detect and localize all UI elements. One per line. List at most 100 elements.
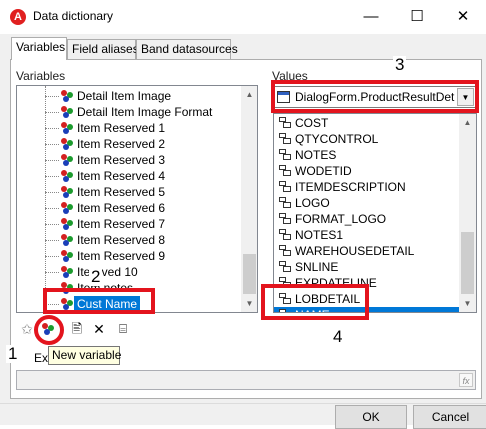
maximize-button[interactable]: ☐ <box>394 0 440 34</box>
variable-item[interactable]: Item Reserved 9 <box>17 248 243 264</box>
annotation-number-1: 1 <box>6 344 20 363</box>
variable-item[interactable]: Iter rved 10 <box>17 264 243 280</box>
value-label: FORMAT_LOGO <box>295 212 387 226</box>
tree-connector <box>45 144 59 145</box>
value-item[interactable]: WODETID <box>274 163 461 179</box>
value-item[interactable]: ITEMDESCRIPTION <box>274 179 461 195</box>
variable-label: Item Reserved 6 <box>77 201 166 215</box>
field-icon <box>279 149 292 161</box>
tree-connector <box>45 96 59 97</box>
value-label: WODETID <box>295 164 352 178</box>
variable-item[interactable]: Item Reserved 8 <box>17 232 243 248</box>
variables-label: Variables <box>16 69 66 83</box>
variable-item[interactable]: Detail Item Image Format <box>17 104 243 120</box>
value-label: COST <box>295 116 329 130</box>
variable-label: Item Reserved 1 <box>77 121 166 135</box>
variable-label: Item Reserved 9 <box>77 249 166 263</box>
variable-item[interactable]: Detail Item Image <box>17 88 243 104</box>
annotation-box-4 <box>261 284 369 320</box>
value-item[interactable]: FORMAT_LOGO <box>274 211 461 227</box>
annotation-circle-1 <box>34 315 64 345</box>
value-label: QTYCONTROL <box>295 132 379 146</box>
variable-label: Detail Item Image Format <box>77 105 213 119</box>
tree-connector <box>45 176 59 177</box>
tab-band-datasources[interactable]: Band datasources <box>136 39 238 59</box>
field-icon <box>279 213 292 225</box>
tab-variables[interactable]: Variables <box>11 37 67 60</box>
variable-label: Item Reserved 5 <box>77 185 166 199</box>
value-label: LOGO <box>295 196 330 210</box>
variable-item[interactable]: Item Reserved 6 <box>17 200 243 216</box>
scroll-down-arrow-icon[interactable]: ▼ <box>459 295 476 312</box>
tree-connector <box>45 112 59 113</box>
annotation-number-2: 2 <box>89 267 103 286</box>
close-button[interactable]: ✕ <box>440 0 486 34</box>
field-icon <box>279 181 292 193</box>
field-icon <box>279 245 292 257</box>
value-item[interactable]: SNLINE <box>274 259 461 275</box>
scroll-up-arrow-icon[interactable]: ▲ <box>459 114 476 131</box>
value-item[interactable]: LOGO <box>274 195 461 211</box>
variable-icon <box>61 218 73 230</box>
value-item[interactable]: WAREHOUSEDETAIL <box>274 243 461 259</box>
scroll-up-arrow-icon[interactable]: ▲ <box>241 86 257 103</box>
annotation-number-4: 4 <box>331 327 345 346</box>
variable-label: Iter rved 10 <box>77 265 138 279</box>
value-item[interactable]: NOTES <box>274 147 461 163</box>
minimize-button[interactable]: — <box>348 0 394 34</box>
field-icon <box>279 197 292 209</box>
variable-label: Item Reserved 8 <box>77 233 166 247</box>
import-icon[interactable]: ⌸ <box>114 320 132 338</box>
variable-item[interactable]: Item Reserved 5 <box>17 184 243 200</box>
field-icon <box>279 117 292 129</box>
variable-icon <box>61 106 73 118</box>
tree-connector <box>45 272 59 273</box>
values-list[interactable]: COST QTYCONTROL NOTES WODETID ITEMDESCRIPTIO… <box>273 113 477 313</box>
app-logo-icon: A <box>10 9 26 25</box>
variable-label: Item Reserved 2 <box>77 137 166 151</box>
tree-connector <box>45 128 59 129</box>
scroll-thumb[interactable] <box>461 232 474 294</box>
variables-tree[interactable]: Detail Item Image Detail Item Image Forma… <box>16 85 258 313</box>
tree-connector <box>45 256 59 257</box>
scroll-down-arrow-icon[interactable]: ▼ <box>241 295 257 312</box>
value-label: ITEMDESCRIPTION <box>295 180 406 194</box>
tree-connector <box>45 192 59 193</box>
variables-scrollbar[interactable]: ▲ ▼ <box>241 86 257 312</box>
variable-item[interactable]: Item Reserved 7 <box>17 216 243 232</box>
variable-item[interactable]: Item Reserved 2 <box>17 136 243 152</box>
expression-field[interactable]: fx <box>16 370 476 390</box>
variable-label: Detail Item Image <box>77 89 172 103</box>
variable-item[interactable]: Item Reserved 4 <box>17 168 243 184</box>
annotation-number-3: 3 <box>393 55 407 74</box>
tab-field-aliases[interactable]: Field aliases <box>67 39 139 59</box>
variable-label: Item Reserved 7 <box>77 217 166 231</box>
variable-icon <box>61 250 73 262</box>
tree-connector <box>45 240 59 241</box>
divider <box>0 403 486 404</box>
value-item[interactable]: NOTES1 <box>274 227 461 243</box>
values-scrollbar[interactable]: ▲ ▼ <box>459 114 476 312</box>
scroll-thumb[interactable] <box>243 254 256 294</box>
value-item[interactable]: COST <box>274 115 461 131</box>
cancel-button[interactable]: Cancel <box>413 405 486 429</box>
edit-icon[interactable]: 🖹 <box>68 320 86 338</box>
ok-button[interactable]: OK <box>335 405 407 429</box>
variable-icon <box>61 186 73 198</box>
tooltip: New variable <box>48 346 121 365</box>
tree-connector <box>45 208 59 209</box>
annotation-box-3 <box>271 80 479 113</box>
tree-connector <box>45 224 59 225</box>
annotation-box-2 <box>43 288 155 314</box>
variable-icon <box>61 202 73 214</box>
variable-item[interactable]: Item Reserved 1 <box>17 120 243 136</box>
variable-label: Item Reserved 4 <box>77 169 166 183</box>
tree-connector <box>45 160 59 161</box>
expression-editor-button[interactable]: fx <box>459 373 473 387</box>
variable-item[interactable]: Item Reserved 3 <box>17 152 243 168</box>
delete-icon[interactable]: ✕ <box>90 320 108 338</box>
value-label: NOTES1 <box>295 228 344 242</box>
value-item[interactable]: QTYCONTROL <box>274 131 461 147</box>
value-label: SNLINE <box>295 260 339 274</box>
variable-icon <box>61 234 73 246</box>
